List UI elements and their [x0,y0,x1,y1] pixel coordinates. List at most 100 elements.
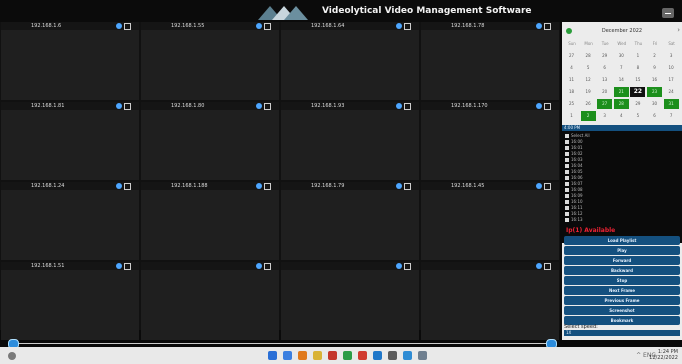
calendar-day[interactable]: 3 [664,51,679,61]
fullscreen-icon[interactable] [124,103,131,110]
calendar-day[interactable]: 31 [663,99,679,109]
camera-tile[interactable]: 192.168.1.93 [281,102,419,180]
record-icon[interactable] [256,263,262,269]
calendar-day[interactable]: 28 [581,51,596,61]
calendar-day[interactable]: 20 [597,87,612,97]
calendar-day[interactable]: 14 [614,75,629,85]
camera-tile[interactable] [421,262,559,340]
calendar-day[interactable]: 5 [581,63,596,73]
play-button[interactable]: Play [564,246,680,255]
taskbar-app-icon[interactable] [298,351,307,360]
next-frame-button[interactable]: Next Frame [564,286,680,295]
checkbox-icon[interactable] [565,206,569,210]
fullscreen-icon[interactable] [404,263,411,270]
calendar-day[interactable]: 6 [597,63,612,73]
calendar-day[interactable]: 21 [613,87,629,97]
camera-tile[interactable]: 192.168.1.6 [1,22,139,100]
fullscreen-icon[interactable] [124,183,131,190]
fullscreen-icon[interactable] [404,103,411,110]
camera-tile[interactable]: 192.168.1.80 [141,102,279,180]
calendar-day[interactable]: 30 [647,99,662,109]
record-icon[interactable] [396,103,402,109]
calendar-day[interactable]: 28 [613,99,629,109]
calendar-day[interactable]: 12 [581,75,596,85]
camera-tile[interactable]: 192.168.1.78 [421,22,559,100]
forward-button[interactable]: Forward [564,256,680,265]
calendar-day[interactable]: 26 [581,99,596,109]
clock[interactable]: 1:24 PM 12/22/2022 [649,349,678,361]
taskbar-app-icon[interactable] [358,351,367,360]
calendar-day[interactable]: 2 [647,51,662,61]
checkbox-icon[interactable] [565,212,569,216]
record-icon[interactable] [116,263,122,269]
calendar-day[interactable]: 9 [647,63,662,73]
calendar-day[interactable]: 30 [614,51,629,61]
fullscreen-icon[interactable] [404,23,411,30]
calendar-day[interactable]: 15 [630,75,645,85]
calendar-day[interactable]: 13 [597,75,612,85]
calendar-day[interactable]: 1 [564,111,579,121]
calendar-day[interactable]: 2 [580,111,596,121]
fullscreen-icon[interactable] [264,23,271,30]
calendar-day[interactable]: 23 [647,87,662,97]
screenshot-button[interactable]: Screenshot [564,306,680,315]
stop-button[interactable]: Stop [564,276,680,285]
weather-icon[interactable] [8,352,16,360]
calendar-day[interactable]: 10 [664,63,679,73]
checkbox-icon[interactable] [565,134,569,138]
record-icon[interactable] [116,103,122,109]
speed-select[interactable]: 1X [564,330,680,336]
calendar-day[interactable]: 17 [664,75,679,85]
checkbox-icon[interactable] [565,152,569,156]
record-icon[interactable] [396,23,402,29]
checkbox-icon[interactable] [565,218,569,222]
camera-tile[interactable] [281,262,419,340]
taskbar-app-icon[interactable] [283,351,292,360]
record-icon[interactable] [256,23,262,29]
record-icon[interactable] [396,183,402,189]
record-icon[interactable] [536,183,542,189]
fullscreen-icon[interactable] [544,183,551,190]
camera-tile[interactable]: 192.168.1.55 [141,22,279,100]
camera-tile[interactable]: 192.168.1.51 [1,262,139,340]
calendar-day[interactable]: 25 [564,99,579,109]
camera-tile[interactable]: 192.168.1.64 [281,22,419,100]
fullscreen-icon[interactable] [404,183,411,190]
camera-tile[interactable] [141,262,279,340]
taskbar-app-icon[interactable] [313,351,322,360]
checkbox-icon[interactable] [565,170,569,174]
taskbar-app-icon[interactable] [418,351,427,360]
previous-frame-button[interactable]: Previous Frame [564,296,680,305]
calendar-day[interactable]: 4 [564,63,579,73]
calendar-day[interactable]: 18 [564,87,579,97]
fullscreen-icon[interactable] [124,23,131,30]
calendar-day[interactable]: 16 [647,75,662,85]
minimize-button[interactable] [662,8,674,18]
record-icon[interactable] [116,183,122,189]
fullscreen-icon[interactable] [264,103,271,110]
camera-tile[interactable]: 192.168.1.188 [141,182,279,260]
checkbox-icon[interactable] [565,182,569,186]
checkbox-icon[interactable] [565,188,569,192]
taskbar-app-icon[interactable] [373,351,382,360]
load-playlist-button[interactable]: Load Playlist [564,236,680,245]
calendar-day[interactable]: 24 [664,87,679,97]
calendar-day[interactable]: 29 [597,51,612,61]
checkbox-icon[interactable] [565,176,569,180]
seek-bar[interactable] [0,339,560,349]
record-icon[interactable] [536,103,542,109]
taskbar-app-icon[interactable] [328,351,337,360]
timeline-item[interactable]: 16:13 [565,217,583,223]
taskbar-app-icon[interactable] [388,351,397,360]
checkbox-icon[interactable] [565,200,569,204]
fullscreen-icon[interactable] [544,103,551,110]
taskbar-app-icon[interactable] [343,351,352,360]
camera-tile[interactable]: 192.168.1.170 [421,102,559,180]
calendar-day[interactable]: 5 [630,111,645,121]
calendar-day[interactable]: 6 [647,111,662,121]
calendar-day[interactable]: 19 [581,87,596,97]
backward-button[interactable]: Backward [564,266,680,275]
checkbox-icon[interactable] [565,146,569,150]
taskbar-app-icon[interactable] [268,351,277,360]
record-icon[interactable] [256,183,262,189]
